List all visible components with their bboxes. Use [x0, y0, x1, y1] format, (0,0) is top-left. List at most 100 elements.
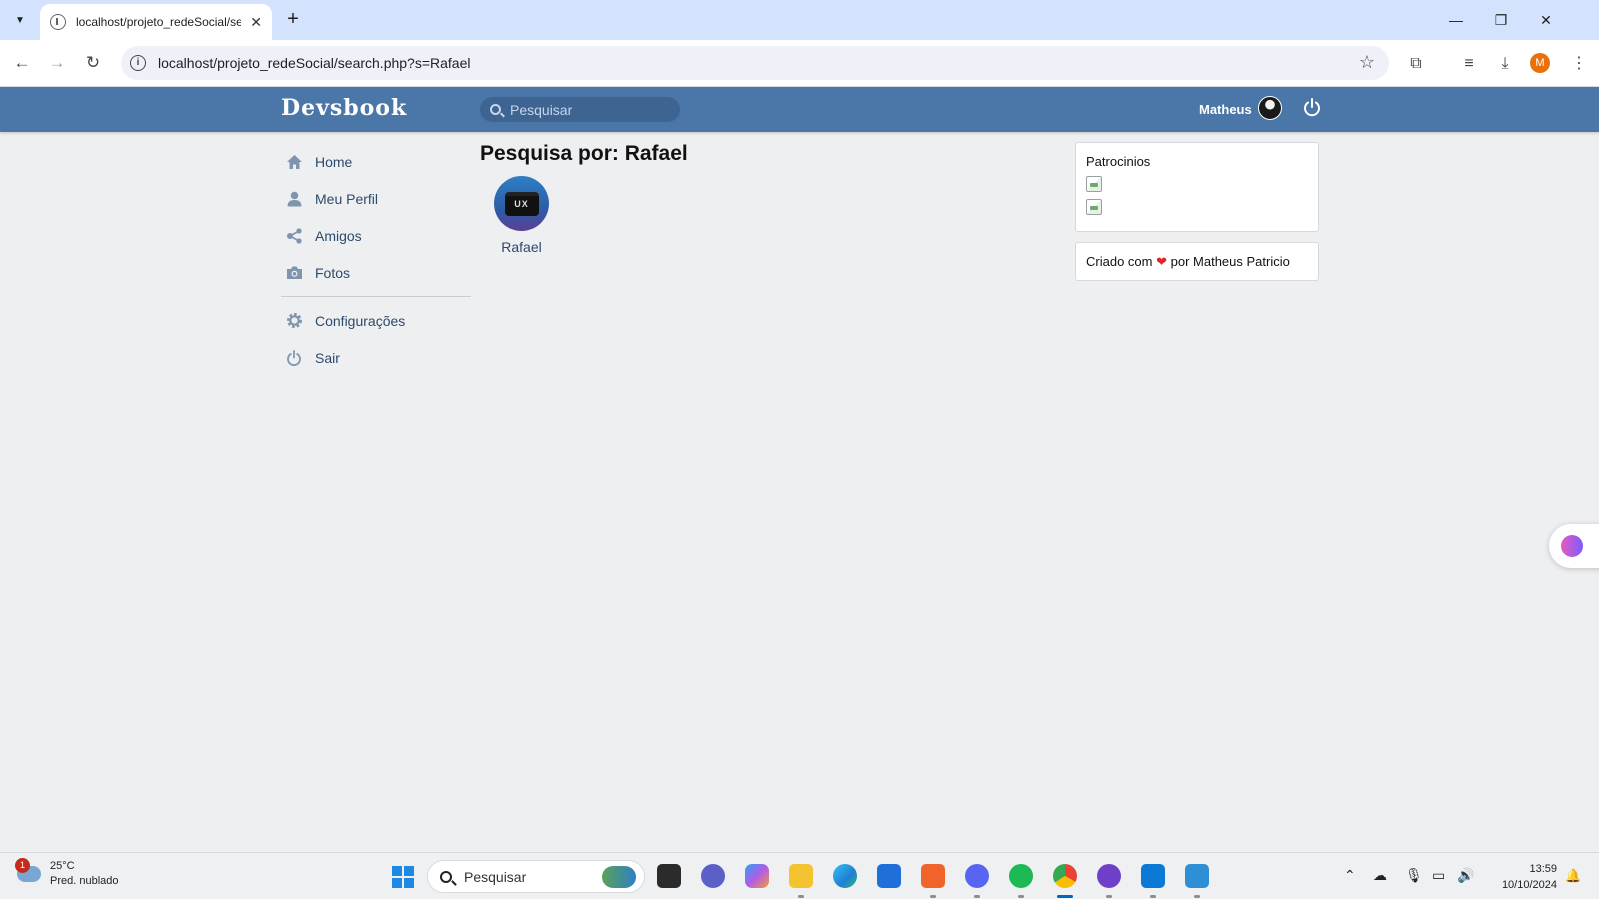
onedrive-icon[interactable]: ☁	[1373, 867, 1387, 884]
close-window-icon[interactable]: ✕	[1534, 8, 1558, 32]
site-logo[interactable]: Devsbook	[281, 95, 407, 121]
microphone-icon[interactable]: 🎙	[1405, 867, 1423, 884]
running-indicator	[930, 895, 936, 898]
tab-list-chevron-icon[interactable]: ▼	[8, 8, 32, 32]
menu-item-home[interactable]: Home	[281, 143, 471, 180]
menu-label-logout: Sair	[315, 349, 340, 366]
taskbar-search-icon	[440, 870, 452, 883]
clock-time: 13:59	[1529, 863, 1557, 875]
running-indicator	[1018, 895, 1024, 898]
heart-icon: ❤	[1156, 254, 1167, 269]
forward-arrow-icon[interactable]: →	[44, 50, 70, 76]
discord-icon[interactable]	[965, 864, 989, 888]
friends-icon	[285, 227, 303, 245]
menu-item-logout[interactable]: Sair	[281, 339, 471, 376]
footer-suffix: por Matheus Patricio	[1170, 254, 1290, 269]
header-user-avatar[interactable]	[1258, 96, 1282, 120]
header-user-name[interactable]: Matheus	[1199, 102, 1252, 117]
back-arrow-icon[interactable]: ←	[9, 50, 35, 76]
copilot-icon[interactable]	[745, 864, 769, 888]
edge-icon[interactable]	[833, 864, 857, 888]
site-search[interactable]	[480, 97, 680, 122]
task-view-icon[interactable]	[657, 864, 681, 888]
tab-title: localhost/projeto_redeSocial/se	[76, 15, 241, 29]
reload-icon[interactable]: ↻	[80, 50, 106, 76]
sponsor-image-broken-icon[interactable]	[1086, 199, 1102, 215]
site-info-icon[interactable]: i	[130, 55, 146, 71]
teams-icon[interactable]	[701, 864, 725, 888]
xampp-icon[interactable]	[921, 864, 945, 888]
active-indicator	[1057, 895, 1073, 898]
footer-prefix: Criado com	[1086, 254, 1153, 269]
restore-icon[interactable]: ❐	[1489, 8, 1513, 32]
media-control-icon[interactable]: ≡	[1457, 52, 1481, 76]
weather-widget[interactable]: 1 25°C Pred. nublado	[15, 858, 119, 889]
info-favicon-icon	[50, 14, 66, 30]
result-name[interactable]: Rafael	[484, 239, 559, 255]
result-avatar[interactable]: UX	[494, 176, 549, 231]
menu-item-photos[interactable]: Fotos	[281, 254, 471, 291]
network-icon[interactable]: ▭	[1432, 867, 1445, 884]
search-input[interactable]	[510, 101, 660, 118]
taskbar-search-label: Pesquisar	[464, 868, 527, 885]
taskbar-search[interactable]: Pesquisar	[427, 860, 645, 893]
search-icon	[490, 104, 501, 115]
weather-badge: 1	[15, 858, 30, 873]
menu-item-profile[interactable]: Meu Perfil	[281, 180, 471, 217]
profile-avatar[interactable]: M	[1530, 53, 1550, 73]
tray-overflow-chevron-icon[interactable]: ⌃	[1344, 867, 1356, 884]
running-indicator	[1106, 895, 1112, 898]
extensions-icon[interactable]: ⧉	[1404, 52, 1428, 76]
weather-condition: Pred. nublado	[50, 875, 119, 887]
store-icon[interactable]	[877, 864, 901, 888]
running-indicator	[974, 895, 980, 898]
notepad-icon[interactable]	[1185, 864, 1209, 888]
windows-start-icon[interactable]	[392, 866, 414, 888]
spotify-icon[interactable]	[1009, 864, 1033, 888]
brain-icon	[1561, 535, 1583, 557]
weather-temperature: 25°C	[50, 860, 75, 872]
new-tab-icon[interactable]: +	[281, 8, 305, 32]
notification-bell-icon[interactable]: 🔔	[1565, 868, 1581, 884]
site-header: Devsbook Matheus	[0, 87, 1599, 132]
logout-power-icon[interactable]	[1302, 97, 1322, 117]
user-icon	[285, 190, 303, 208]
menu-label-home: Home	[315, 153, 353, 170]
downloads-icon[interactable]: ⤓	[1493, 52, 1517, 76]
running-indicator	[1194, 895, 1200, 898]
menu-divider	[281, 296, 471, 297]
browser-menu-icon[interactable]: ⋮	[1567, 52, 1591, 76]
file-explorer-icon[interactable]	[789, 864, 813, 888]
menu-label-friends: Amigos	[315, 227, 362, 244]
search-result-user[interactable]: UX Rafael	[494, 176, 549, 255]
browser-toolbar: ← → ↻ i localhost/projeto_redeSocial/sea…	[0, 40, 1599, 87]
menu-item-friends[interactable]: Amigos	[281, 217, 471, 254]
menu-label-photos: Fotos	[315, 264, 351, 281]
taskbar-clock[interactable]: 13:59 10/10/2024	[1493, 861, 1557, 893]
menu-item-settings[interactable]: Configurações	[281, 302, 471, 339]
github-desktop-icon[interactable]	[1097, 864, 1121, 888]
gear-icon	[285, 312, 303, 330]
bookmark-star-icon[interactable]: ☆	[1359, 52, 1375, 73]
sponsors-title: Patrocinios	[1086, 154, 1151, 169]
sponsor-image-broken-icon[interactable]	[1086, 176, 1102, 192]
url-text: localhost/projeto_redeSocial/search.php?…	[158, 55, 471, 71]
tab-close-icon[interactable]: ✕	[250, 14, 262, 31]
volume-icon[interactable]: 🔊	[1457, 867, 1474, 884]
menu-label-settings: Configurações	[315, 312, 406, 329]
sponsors-box: Patrocinios	[1075, 142, 1319, 232]
home-icon	[285, 153, 303, 171]
address-bar[interactable]: i localhost/projeto_redeSocial/search.ph…	[121, 46, 1389, 80]
minimize-icon[interactable]: —	[1444, 8, 1468, 32]
chrome-icon[interactable]	[1053, 864, 1077, 888]
search-highlight-icon	[602, 865, 636, 888]
page-title: Pesquisa por: Rafael	[480, 142, 688, 165]
taskbar: 1 25°C Pred. nublado Pesquisar ⌃ ☁ 🎙 ▭ 🔊…	[0, 852, 1599, 899]
clock-date: 10/10/2024	[1501, 879, 1557, 891]
left-menu: Home Meu Perfil Amigos Fotos Configuraçõ…	[281, 143, 471, 376]
browser-tabstrip: ▼ localhost/projeto_redeSocial/se ✕ + — …	[0, 0, 1599, 40]
browser-tab-active[interactable]: localhost/projeto_redeSocial/se ✕	[40, 4, 272, 40]
vscode-icon[interactable]	[1141, 864, 1165, 888]
floating-assistant-button[interactable]	[1549, 524, 1599, 568]
ux-avatar-graphic: UX	[504, 191, 539, 216]
